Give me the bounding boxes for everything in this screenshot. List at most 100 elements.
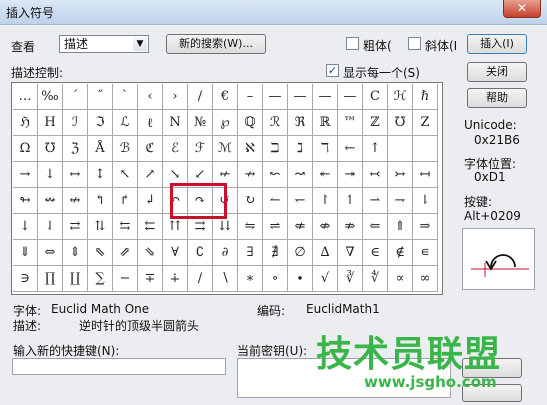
symbol-cell[interactable]: ↲	[138, 188, 163, 214]
symbol-cell[interactable]: ℏ	[413, 84, 438, 110]
symbol-cell[interactable]: ⇘	[138, 240, 163, 266]
symbol-cell[interactable]: ℘	[213, 110, 238, 136]
symbol-cell[interactable]: ℧	[388, 110, 413, 136]
symbol-grid[interactable]: … ‰ ´ ˝ ˋ ‹ › / € – — — — — C ℋℏ ℌ H ℐ ℑ ℒℓ N № ℘ ℚ ℛ ℜ ℝ ™ ℤ ℧ Z Ω ℧ ℨ Å ℬ ℭ…	[11, 82, 443, 295]
symbol-cell[interactable]: ℳ	[213, 136, 238, 162]
symbol-cell[interactable]: ℝ	[313, 110, 338, 136]
symbol-cell[interactable]: ⇔	[38, 240, 63, 266]
symbol-cell[interactable]: ∐	[63, 266, 88, 292]
symbol-cell[interactable]: ↬	[13, 188, 38, 214]
symbol-cell[interactable]: ⇓	[13, 240, 38, 266]
symbol-cell[interactable]: ↖	[113, 162, 138, 188]
symbol-cell[interactable]: ⇑	[388, 214, 413, 240]
symbol-cell[interactable]: ⇊	[213, 214, 238, 240]
symbol-cell[interactable]	[388, 136, 413, 162]
symbol-cell[interactable]: Å	[88, 136, 113, 162]
symbol-cell[interactable]: ℷ	[288, 136, 313, 162]
symbol-cell[interactable]: ˝	[88, 84, 113, 110]
symbol-cell[interactable]: ↾	[313, 188, 338, 214]
symbol-cell[interactable]: ∞	[413, 266, 438, 292]
symbol-cell[interactable]: ⇌	[263, 214, 288, 240]
symbol-cell[interactable]: ∁	[188, 240, 213, 266]
symbol-cell[interactable]: /	[188, 84, 213, 110]
symbol-cell[interactable]: ⇕	[63, 240, 88, 266]
symbol-cell[interactable]: ↑	[363, 136, 388, 162]
symbol-cell[interactable]: ↺	[213, 188, 238, 214]
symbol-cell[interactable]: ℒ	[113, 110, 138, 136]
symbol-cell[interactable]: ∂	[213, 240, 238, 266]
symbol-cell[interactable]: ⇖	[88, 240, 113, 266]
help-button[interactable]: 帮助	[467, 88, 527, 108]
symbol-cell[interactable]: ⇐	[363, 214, 388, 240]
symbol-cell[interactable]: ⇇	[138, 214, 163, 240]
symbol-cell[interactable]: ∏	[38, 266, 63, 292]
symbol-cell[interactable]: ℨ	[63, 136, 88, 162]
symbol-cell[interactable]: —	[263, 84, 288, 110]
symbol-cell[interactable]: ⇏	[338, 214, 363, 240]
symbol-cell[interactable]: ↰	[88, 188, 113, 214]
symbol-cell[interactable]: ↤	[413, 162, 438, 188]
symbol-cell[interactable]: ↔	[63, 162, 88, 188]
symbol-cell[interactable]: ⇄	[63, 214, 88, 240]
symbol-cell[interactable]: ∗	[238, 266, 263, 292]
symbol-cell[interactable]: Z	[413, 110, 438, 136]
symbol-cell[interactable]: –	[238, 84, 263, 110]
symbol-cell[interactable]: ∕	[188, 266, 213, 292]
symbol-cell[interactable]: ∀	[163, 240, 188, 266]
symbol-cell[interactable]: ⇍	[288, 214, 313, 240]
symbol-cell[interactable]: ˋ	[113, 84, 138, 110]
symbol-cell[interactable]: ↮	[63, 188, 88, 214]
symbol-cell[interactable]: ↓	[13, 214, 38, 240]
symbol-cell[interactable]: ↓	[38, 162, 63, 188]
symbol-cell[interactable]: ℜ	[288, 110, 313, 136]
close-window-button[interactable]: ✕	[503, 0, 541, 18]
symbol-cell[interactable]: ℑ	[88, 110, 113, 136]
symbol-cell[interactable]: ∖	[213, 266, 238, 292]
symbol-cell[interactable]: ℐ	[63, 110, 88, 136]
symbol-cell[interactable]: ‰	[38, 84, 63, 110]
symbol-cell[interactable]: ↚	[213, 162, 238, 188]
symbol-cell[interactable]: ∝	[388, 266, 413, 292]
symbol-cell[interactable]: ´	[63, 84, 88, 110]
symbol-cell[interactable]: —	[288, 84, 313, 110]
symbol-cell[interactable]: ←	[338, 136, 363, 162]
symbol-cell[interactable]: ↜	[263, 162, 288, 188]
symbol-cell[interactable]: ⇋	[238, 214, 263, 240]
symbol-cell[interactable]: ↠	[338, 162, 363, 188]
symbol-cell[interactable]: ∅	[288, 240, 313, 266]
symbol-cell[interactable]: ∇	[338, 240, 363, 266]
symbol-cell[interactable]: ∙	[288, 266, 313, 292]
symbol-cell[interactable]: ℶ	[263, 136, 288, 162]
symbol-cell[interactable]: ↱	[113, 188, 138, 214]
symbol-cell[interactable]: −	[113, 266, 138, 292]
symbol-cell[interactable]: ↙	[188, 162, 213, 188]
symbol-cell[interactable]: ∊	[413, 240, 438, 266]
show-each-checkbox[interactable]: ✓	[326, 64, 339, 77]
symbol-cell[interactable]: ↭	[38, 188, 63, 214]
symbol-cell[interactable]: ↞	[313, 162, 338, 188]
new-search-button[interactable]: 新的搜索(W)...	[166, 34, 266, 54]
view-dropdown[interactable]: 描述 ▼	[59, 35, 149, 53]
symbol-cell[interactable]: ∃	[238, 240, 263, 266]
symbol-cell[interactable]: ℰ	[163, 136, 188, 162]
symbol-cell[interactable]: ℋ	[388, 84, 413, 110]
symbol-cell[interactable]: ⇂	[413, 188, 438, 214]
symbol-cell[interactable]: ↻	[238, 188, 263, 214]
symbol-cell[interactable]: ™	[338, 110, 363, 136]
symbol-cell[interactable]: Ω	[13, 136, 38, 162]
symbol-cell[interactable]: ∔	[163, 266, 188, 292]
symbol-cell[interactable]: ⇈	[163, 214, 188, 240]
symbol-cell[interactable]: ℌ	[13, 110, 38, 136]
symbol-cell[interactable]: ∜	[363, 266, 388, 292]
symbol-cell[interactable]: ∓	[138, 266, 163, 292]
symbol-cell[interactable]: ⇉	[188, 214, 213, 240]
symbol-cell[interactable]: ℤ	[363, 110, 388, 136]
symbol-cell[interactable]: ℛ	[263, 110, 288, 136]
symbol-cell[interactable]: —	[338, 84, 363, 110]
new-shortcut-input[interactable]	[12, 358, 226, 375]
italic-checkbox[interactable]	[408, 37, 421, 50]
symbol-cell[interactable]: ↘	[163, 162, 188, 188]
symbol-cell[interactable]: ∄	[263, 240, 288, 266]
symbol-cell[interactable]: ⇃	[38, 214, 63, 240]
symbol-cell[interactable]: ↛	[238, 162, 263, 188]
